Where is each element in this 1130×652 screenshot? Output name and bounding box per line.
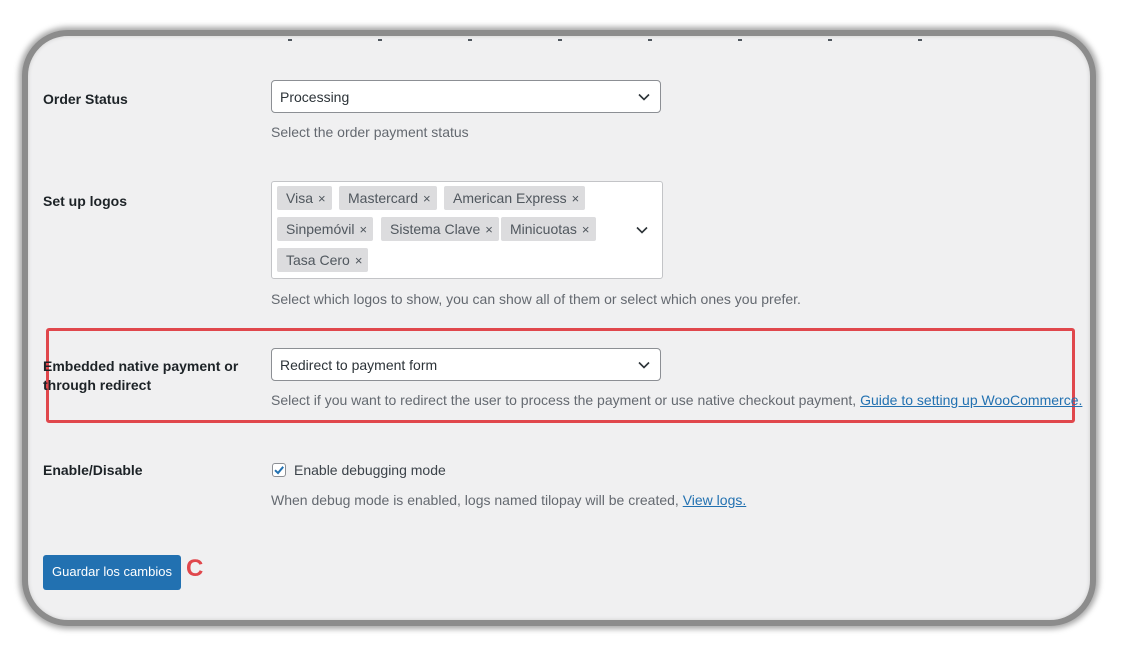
logos-multiselect[interactable]: Visa × Mastercard × American Express × Sinp… <box>271 181 663 279</box>
order-status-description: Select the order payment status <box>271 124 469 140</box>
embedded-payment-label: Embedded native payment or through redir… <box>43 358 239 393</box>
settings-panel: Order Status Processing Select the order… <box>22 30 1096 626</box>
remove-icon[interactable]: × <box>318 191 326 206</box>
remove-icon[interactable]: × <box>572 191 580 206</box>
debug-description: When debug mode is enabled, logs named t… <box>271 492 747 508</box>
remove-icon[interactable]: × <box>423 191 431 206</box>
annotation-marker: C <box>186 555 204 582</box>
remove-icon[interactable]: × <box>485 222 493 237</box>
remove-icon[interactable]: × <box>582 222 590 237</box>
logos-description: Select which logos to show, you can show… <box>271 291 801 307</box>
cropped-text <box>288 36 988 42</box>
checkmark-icon <box>274 466 284 475</box>
logo-tag-visa[interactable]: Visa × <box>277 186 332 210</box>
remove-icon[interactable]: × <box>355 253 363 268</box>
order-status-value: Processing <box>280 88 350 105</box>
debug-checkbox[interactable] <box>272 463 286 477</box>
remove-icon[interactable]: × <box>359 222 367 237</box>
logos-label: Set up logos <box>43 193 127 209</box>
woocommerce-guide-link[interactable]: Guide to setting up WooCommerce. <box>860 392 1082 408</box>
save-changes-button[interactable]: Guardar los cambios <box>43 555 181 590</box>
logo-tag-sistema-clave[interactable]: Sistema Clave × <box>381 217 499 241</box>
logo-tag-sinpemovil[interactable]: Sinpemóvil × <box>277 217 374 241</box>
embedded-payment-description: Select if you want to redirect the user … <box>271 392 1083 408</box>
debug-checkbox-label[interactable]: Enable debugging mode <box>294 462 446 478</box>
logo-tag-tasa-cero[interactable]: Tasa Cero × <box>277 248 369 272</box>
enable-disable-label: Enable/Disable <box>43 462 143 478</box>
view-logs-link[interactable]: View logs. <box>683 492 747 508</box>
order-status-select[interactable]: Processing <box>271 80 661 113</box>
chevron-down-icon <box>638 361 650 369</box>
logo-tag-minicuotas[interactable]: Minicuotas × <box>501 217 596 241</box>
chevron-down-icon <box>638 93 650 101</box>
logo-tag-american-express[interactable]: American Express × <box>444 186 586 210</box>
chevron-down-icon[interactable] <box>636 226 648 234</box>
embedded-payment-select[interactable]: Redirect to payment form <box>271 348 661 381</box>
embedded-payment-value: Redirect to payment form <box>280 356 438 373</box>
order-status-label: Order Status <box>43 91 128 107</box>
logo-tag-mastercard[interactable]: Mastercard × <box>339 186 437 210</box>
